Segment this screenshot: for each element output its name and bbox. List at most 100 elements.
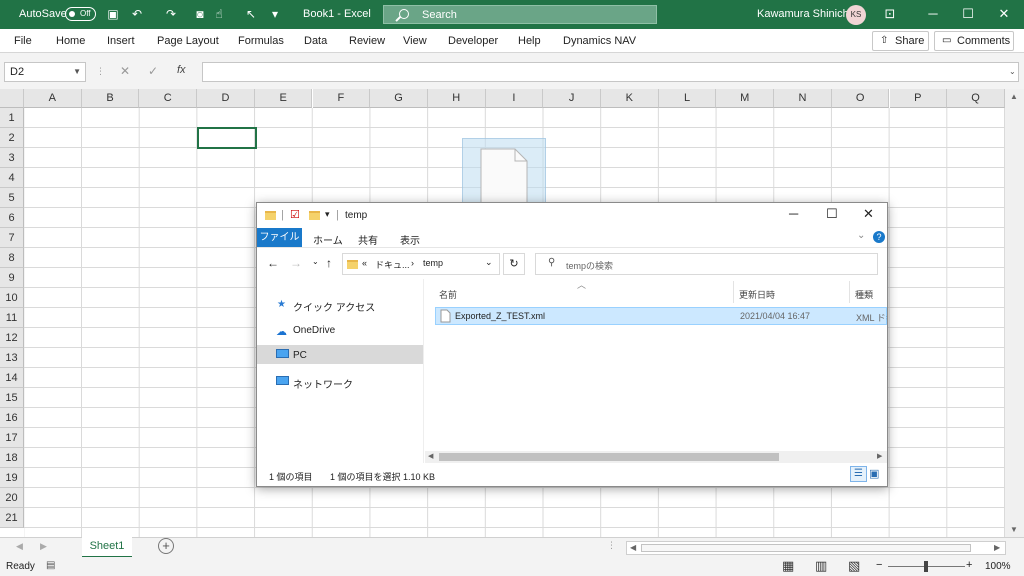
address-segment-documents[interactable]: ドキュ... <box>375 258 410 271</box>
address-bar[interactable]: « ドキュ... › temp ⌄ <box>342 253 500 275</box>
row-header[interactable]: 10 <box>0 288 24 308</box>
row-header[interactable]: 4 <box>0 168 24 188</box>
save-icon[interactable]: ▣ <box>106 7 120 21</box>
forward-arrow-icon[interactable]: → <box>290 256 302 270</box>
tab-data[interactable]: Data <box>304 35 327 47</box>
address-overflow[interactable]: « <box>362 258 367 268</box>
column-header[interactable]: G <box>370 89 428 108</box>
column-header[interactable]: F <box>312 89 371 108</box>
chevron-down-icon[interactable]: ▼ <box>73 63 81 81</box>
column-header[interactable]: I <box>485 89 544 108</box>
sheet-tab[interactable]: Sheet1 <box>82 537 132 558</box>
back-arrow-icon[interactable]: ← <box>267 256 279 270</box>
column-header-type[interactable]: 種類 <box>855 288 873 301</box>
next-sheet-icon[interactable]: ▶ <box>40 541 47 552</box>
zoom-slider-thumb[interactable] <box>924 561 928 572</box>
tab-share[interactable]: 共有 <box>358 232 378 247</box>
row-header[interactable]: 14 <box>0 368 24 388</box>
scroll-down-icon[interactable]: ▼ <box>1010 525 1018 534</box>
sidebar-item-network[interactable]: ネットワーク <box>293 376 353 391</box>
sidebar-item-quick-access[interactable]: クイック アクセス <box>293 299 375 314</box>
add-sheet-icon[interactable]: + <box>158 538 174 554</box>
zoom-out-icon[interactable]: − <box>876 559 882 571</box>
tab-developer[interactable]: Developer <box>448 35 498 47</box>
scroll-right-icon[interactable]: ▶ <box>877 452 882 460</box>
column-header[interactable]: O <box>831 89 890 108</box>
normal-view-icon[interactable]: ▦ <box>782 558 794 574</box>
formula-input[interactable] <box>202 62 1019 82</box>
column-header[interactable]: K <box>601 89 659 108</box>
tab-help[interactable]: Help <box>518 35 541 47</box>
scroll-thumb[interactable] <box>439 453 779 461</box>
chevron-down-icon[interactable]: ⌄ <box>857 230 865 241</box>
close-icon[interactable]: ✕ <box>994 6 1014 22</box>
file-row-selected[interactable]: Exported_Z_TEST.xml 2021/04/04 16:47 XML… <box>435 307 887 325</box>
maximize-icon[interactable]: ☐ <box>826 206 838 222</box>
row-header[interactable]: 5 <box>0 188 24 208</box>
row-header[interactable]: 18 <box>0 448 24 468</box>
row-header[interactable]: 8 <box>0 248 24 268</box>
column-header[interactable]: D <box>197 89 255 108</box>
column-header[interactable]: M <box>716 89 775 108</box>
row-header[interactable]: 9 <box>0 268 24 288</box>
touch-mode-icon[interactable]: ☝ <box>212 7 226 21</box>
row-header[interactable]: 3 <box>0 148 24 168</box>
minimize-icon[interactable]: ─ <box>923 6 943 22</box>
macro-record-icon[interactable]: ▤ <box>46 560 55 571</box>
tab-dynamics-nav[interactable]: Dynamics NAV <box>563 35 636 47</box>
explorer-hscrollbar[interactable]: ◀ ▶ <box>425 451 887 463</box>
row-header[interactable]: 2 <box>0 128 24 148</box>
page-break-view-icon[interactable]: ▧ <box>848 558 860 574</box>
row-header[interactable]: 17 <box>0 428 24 448</box>
maximize-icon[interactable]: ☐ <box>958 6 978 22</box>
help-icon[interactable]: ? <box>873 231 885 243</box>
large-icons-view-icon[interactable]: ▣ <box>869 467 879 480</box>
insert-function-icon[interactable]: fx <box>177 64 186 76</box>
select-cursor-icon[interactable]: ↖ <box>244 7 258 21</box>
selected-cell-d2[interactable] <box>197 127 257 149</box>
redo-icon[interactable]: ↷ <box>164 7 178 21</box>
row-header[interactable]: 15 <box>0 388 24 408</box>
select-all-corner[interactable] <box>0 89 24 108</box>
undo-icon[interactable]: ↶ <box>130 7 144 21</box>
scroll-left-icon[interactable]: ◀ <box>630 543 636 552</box>
address-segment-temp[interactable]: temp <box>423 258 443 268</box>
close-icon[interactable]: ✕ <box>863 206 874 222</box>
row-header[interactable]: 16 <box>0 408 24 428</box>
details-view-icon[interactable]: ☰ <box>850 466 867 482</box>
tab-file[interactable]: ファイル <box>257 228 302 247</box>
row-header[interactable]: 21 <box>0 508 24 528</box>
sidebar-item-pc[interactable]: PC <box>293 350 307 361</box>
comments-button[interactable]: ▭ Comments <box>934 31 1014 51</box>
up-arrow-icon[interactable]: ↑ <box>326 256 332 270</box>
column-header[interactable]: N <box>774 89 832 108</box>
column-header-date[interactable]: 更新日時 <box>739 288 775 301</box>
column-header-name[interactable]: 名前 <box>439 288 457 301</box>
explorer-search-box[interactable]: ⚲ tempの検索 <box>535 253 878 275</box>
tab-review[interactable]: Review <box>349 35 385 47</box>
column-header[interactable]: B <box>81 89 140 108</box>
column-header[interactable]: J <box>543 89 601 108</box>
row-header[interactable]: 20 <box>0 488 24 508</box>
row-header[interactable]: 13 <box>0 348 24 368</box>
scroll-thumb[interactable] <box>641 544 971 552</box>
zoom-level[interactable]: 100% <box>985 561 1011 572</box>
column-header[interactable]: A <box>24 89 82 108</box>
column-header[interactable]: P <box>889 89 948 108</box>
tab-view[interactable]: View <box>403 35 427 47</box>
tab-page-layout[interactable]: Page Layout <box>157 35 219 47</box>
column-header[interactable]: E <box>254 89 313 108</box>
camera-icon[interactable]: ◙ <box>193 7 207 21</box>
page-layout-view-icon[interactable]: ▥ <box>815 558 827 574</box>
refresh-icon[interactable]: ↻ <box>503 253 525 275</box>
tab-formulas[interactable]: Formulas <box>238 35 284 47</box>
minimize-icon[interactable]: ─ <box>789 206 798 221</box>
recent-dropdown-icon[interactable]: ⌄ <box>312 257 319 266</box>
zoom-in-icon[interactable]: + <box>966 559 972 571</box>
row-header[interactable]: 11 <box>0 308 24 328</box>
tab-home[interactable]: Home <box>56 35 85 47</box>
column-header[interactable]: Q <box>947 89 1005 108</box>
search-box[interactable]: Search <box>383 5 657 24</box>
customize-qat-icon[interactable]: ▾ <box>268 7 282 21</box>
row-header[interactable]: 7 <box>0 228 24 248</box>
